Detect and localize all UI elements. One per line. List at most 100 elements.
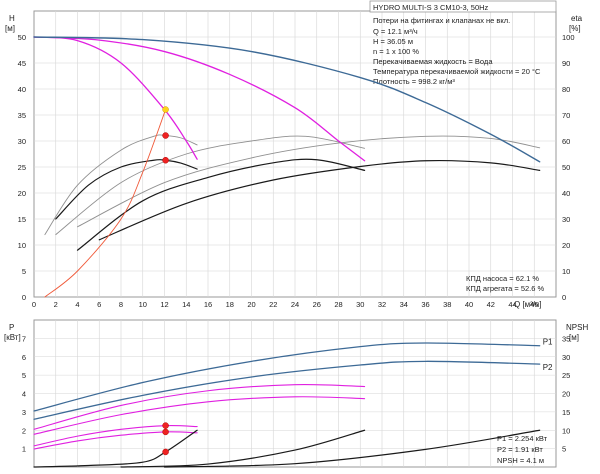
efficiency-curve [55, 135, 366, 236]
x-tick-label: 44 [508, 300, 516, 309]
info-line: Перекачиваемая жидкость = Вода [373, 57, 493, 66]
info-line: Плотность = 998.2 кг/м³ [373, 77, 455, 86]
npsh-tick-label: 10 [562, 426, 570, 435]
npsh-axis-label: NPSH [566, 323, 588, 332]
info-line: Температура перекачиваемой жидкости = 20… [373, 67, 541, 76]
x-tick-label: 10 [139, 300, 147, 309]
npsh-axis-unit: [м] [569, 333, 579, 342]
x-tick-label: 46 [530, 300, 538, 309]
x-tick-label: 14 [182, 300, 190, 309]
p-tick-label: 7 [22, 334, 26, 343]
p2-point [162, 428, 169, 436]
info-line: H = 36.05 м [373, 37, 413, 46]
x-tick-label: 40 [465, 300, 473, 309]
y-right-tick-label: 80 [562, 85, 570, 94]
npsh-tick-label: 30 [562, 353, 570, 362]
x-tick-label: 38 [443, 300, 451, 309]
npsh-value-text: NPSH = 4.1 м [497, 456, 544, 465]
npsh-tick-label: 35 [562, 334, 570, 343]
top-grid [34, 11, 556, 297]
p1-series-label: P1 [543, 338, 553, 347]
unit-efficiency-text: КПД агрегата = 52.6 % [466, 284, 544, 293]
y-left-tick-label: 35 [18, 111, 26, 120]
eta-unit-point [162, 156, 169, 164]
npsh-tick-label: 5 [562, 445, 566, 454]
x-tick-label: 34 [400, 300, 408, 309]
y-left-tick-label: 0 [22, 293, 26, 302]
x-tick-label: 28 [334, 300, 342, 309]
y-left-tick-label: 5 [22, 267, 26, 276]
npsh-tick-label: 25 [562, 371, 570, 380]
y-right-tick-label: 100 [562, 33, 575, 42]
p-tick-label: 2 [22, 426, 26, 435]
p-tick-label: 5 [22, 371, 26, 380]
p-tick-label: 3 [22, 408, 26, 417]
x-tick-label: 36 [421, 300, 429, 309]
bottom-grid [34, 320, 556, 467]
p-tick-label: 6 [22, 353, 26, 362]
x-tick-label: 20 [247, 300, 255, 309]
y-left-tick-label: 25 [18, 163, 26, 172]
p2-value-text: P2 = 1.91 кВт [497, 445, 543, 454]
system-curve [44, 109, 167, 298]
y-left-tick-label: 40 [18, 85, 26, 94]
x-tick-label: 8 [119, 300, 123, 309]
x-tick-label: 22 [269, 300, 277, 309]
x-tick-label: 42 [487, 300, 495, 309]
x-tick-label: 16 [204, 300, 212, 309]
curves: P1 P2 [33, 36, 553, 468]
x-tick-label: 30 [356, 300, 364, 309]
x-tick-label: 12 [160, 300, 168, 309]
p1-point [162, 422, 169, 429]
p-tick-label: 4 [22, 390, 26, 399]
info-line: Q = 12.1 м³/ч [373, 27, 418, 36]
head-curve [33, 36, 366, 162]
npsh-point [162, 448, 169, 456]
y-right-tick-label: 0 [562, 293, 566, 302]
npsh-tick-label: 20 [562, 390, 570, 399]
y-left-tick-label: 30 [18, 137, 26, 146]
pump-performance-chart: H [м] eta [%] Q [м³/ч] P [кВт] NPSH [м] … [4, 0, 588, 468]
p-axis-unit: [кВт] [4, 333, 21, 342]
y-right-tick-label: 20 [562, 241, 570, 250]
info-block: Потери на фитингах и клапанах не вкл. Q … [373, 16, 541, 86]
y-right-unit: [%] [569, 24, 581, 33]
x-tick-label: 4 [75, 300, 79, 309]
y-right-tick-label: 10 [562, 267, 570, 276]
x-tick-label: 2 [54, 300, 58, 309]
x-tick-label: 24 [291, 300, 299, 309]
y-right-tick-label: 50 [562, 163, 570, 172]
y-right-tick-label: 30 [562, 215, 570, 224]
y-left-tick-label: 10 [18, 241, 26, 250]
pump-efficiency-text: КПД насоса = 62.1 % [466, 274, 539, 283]
y-left-tick-label: 20 [18, 189, 26, 198]
p1-value-text: P1 = 2.254 кВт [497, 434, 548, 443]
duty-point [162, 106, 169, 113]
p2-series-label: P2 [543, 363, 553, 372]
efficiency-curve [98, 159, 541, 241]
y-left-tick-label: 15 [18, 215, 26, 224]
y-right-tick-label: 60 [562, 137, 570, 146]
y-left-tick-label: 50 [18, 33, 26, 42]
y-left-tick-label: 45 [18, 59, 26, 68]
x-tick-label: 32 [378, 300, 386, 309]
operating-points [162, 106, 169, 456]
y-right-tick-label: 70 [562, 111, 570, 120]
info-line: Потери на фитингах и клапанах не вкл. [373, 16, 510, 25]
y-right-label: eta [571, 14, 583, 23]
p-tick-label: 1 [22, 445, 26, 454]
x-tick-label: 6 [97, 300, 101, 309]
x-tick-label: 18 [226, 300, 234, 309]
p-axis-label: P [9, 323, 14, 332]
npsh-tick-label: 15 [562, 408, 570, 417]
info-line: n = 1 x 100 % [373, 47, 419, 56]
y-left-label: H [9, 14, 15, 23]
pump-title: HYDRO MULTI-S 3 CM10-3, 50Hz [373, 3, 489, 12]
y-left-unit: [м] [5, 24, 15, 33]
efficiency-curve [76, 158, 366, 251]
p1-curve [33, 342, 541, 412]
y-right-tick-label: 40 [562, 189, 570, 198]
eta-pump-point [162, 132, 169, 139]
x-tick-label: 0 [32, 300, 36, 309]
x-tick-label: 26 [313, 300, 321, 309]
